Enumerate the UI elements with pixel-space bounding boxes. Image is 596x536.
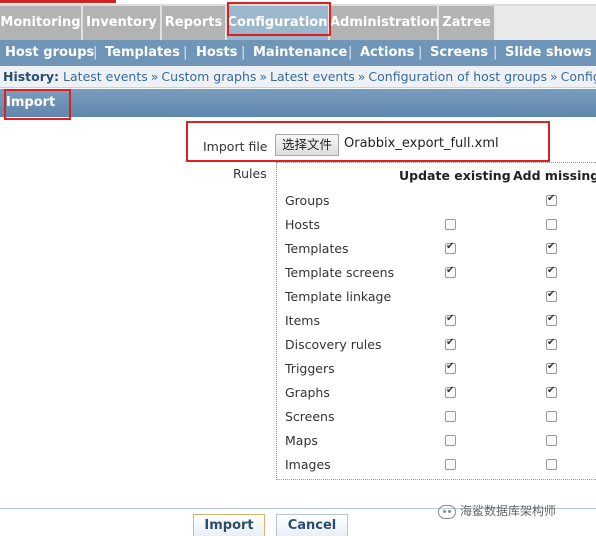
history-link[interactable]: Latest events bbox=[63, 69, 148, 84]
update-existing-checkbox[interactable] bbox=[445, 219, 456, 230]
add-missing-checkbox[interactable] bbox=[546, 337, 557, 350]
rule-name: Items bbox=[285, 313, 320, 328]
rule-name: Discovery rules bbox=[285, 337, 382, 352]
update-existing-checkbox[interactable] bbox=[445, 385, 456, 398]
rule-name: Graphs bbox=[285, 385, 330, 400]
submenu-separator: | bbox=[493, 45, 498, 60]
import-button[interactable]: Import bbox=[193, 514, 265, 536]
rule-name: Screens bbox=[285, 409, 335, 424]
add-missing-checkbox[interactable] bbox=[546, 385, 557, 398]
selected-file-name: Orabbix_export_full.xml bbox=[344, 136, 499, 151]
history-link[interactable]: Latest events bbox=[270, 69, 355, 84]
rule-row: Items bbox=[285, 311, 585, 331]
tab-inventory[interactable]: Inventory bbox=[83, 6, 161, 40]
add-missing-checkbox[interactable] bbox=[546, 313, 557, 326]
update-existing-checkbox[interactable] bbox=[445, 265, 456, 278]
rule-row: Templates bbox=[285, 239, 585, 259]
submenu-separator: | bbox=[183, 45, 188, 60]
rules-label: Rules bbox=[233, 166, 267, 181]
watermark: 海鲨数据库架构师 bbox=[438, 502, 556, 522]
submenu-slide-shows[interactable]: Slide shows bbox=[505, 40, 592, 66]
submenu-host-groups[interactable]: Host groups bbox=[5, 40, 94, 66]
tab-monitoring[interactable]: Monitoring bbox=[0, 6, 82, 40]
update-existing-checkbox[interactable] bbox=[445, 241, 456, 254]
add-missing-checkbox[interactable] bbox=[546, 265, 557, 278]
tab-bar-spacer bbox=[495, 6, 596, 40]
top-accent-line bbox=[0, 0, 116, 3]
submenu-separator: | bbox=[93, 45, 98, 60]
update-existing-checkbox[interactable] bbox=[445, 313, 456, 326]
add-missing-header: Add missing bbox=[513, 168, 596, 183]
update-existing-header: Update existing bbox=[399, 168, 511, 183]
rule-row: Hosts bbox=[285, 215, 585, 235]
history-separator: » bbox=[357, 69, 366, 84]
history-label: History: bbox=[3, 69, 60, 84]
history-link[interactable]: Custom graphs bbox=[161, 69, 256, 84]
section-title: Import bbox=[6, 95, 56, 110]
rule-name: Templates bbox=[285, 241, 349, 256]
submenu-maintenance[interactable]: Maintenance bbox=[253, 40, 347, 66]
choose-file-button[interactable]: 选择文件 bbox=[275, 134, 339, 156]
rule-name: Triggers bbox=[285, 361, 335, 376]
add-missing-checkbox[interactable] bbox=[546, 411, 557, 422]
add-missing-checkbox[interactable] bbox=[546, 459, 557, 470]
tab-reports[interactable]: Reports bbox=[162, 6, 226, 40]
main-menu: Monitoring Inventory Reports Configurati… bbox=[0, 4, 596, 40]
history-separator: » bbox=[150, 69, 159, 84]
wechat-icon bbox=[438, 504, 456, 519]
add-missing-checkbox[interactable] bbox=[546, 361, 557, 374]
update-existing-checkbox[interactable] bbox=[445, 459, 456, 470]
history-bar: History: Latest events» Custom graphs» Lat… bbox=[0, 66, 596, 88]
watermark-text: 海鲨数据库架构师 bbox=[460, 504, 557, 518]
submenu-separator: | bbox=[348, 45, 353, 60]
cancel-button[interactable]: Cancel bbox=[276, 514, 348, 536]
import-file-label: Import file bbox=[203, 139, 268, 154]
history-separator: » bbox=[259, 69, 268, 84]
rule-row: Groups bbox=[285, 191, 585, 211]
rule-name: Groups bbox=[285, 193, 330, 208]
update-existing-checkbox[interactable] bbox=[445, 411, 456, 422]
submenu-separator: | bbox=[418, 45, 423, 60]
sub-menu: Host groups | Templates | Hosts | Mainte… bbox=[0, 40, 596, 66]
rule-row: Discovery rules bbox=[285, 335, 585, 355]
submenu-screens[interactable]: Screens bbox=[430, 40, 488, 66]
rule-row: Template linkage bbox=[285, 287, 585, 307]
history-separator: » bbox=[549, 69, 558, 84]
add-missing-checkbox[interactable] bbox=[546, 219, 557, 230]
tab-administration[interactable]: Administration bbox=[330, 6, 439, 40]
rule-name: Template linkage bbox=[285, 289, 392, 304]
tab-configuration[interactable]: Configuration bbox=[227, 6, 329, 40]
rule-row: Images bbox=[285, 455, 585, 475]
update-existing-checkbox[interactable] bbox=[445, 337, 456, 350]
rule-name: Images bbox=[285, 457, 331, 472]
submenu-separator: | bbox=[241, 45, 246, 60]
add-missing-checkbox[interactable] bbox=[546, 193, 557, 206]
rule-row: Screens bbox=[285, 407, 585, 427]
rule-row: Template screens bbox=[285, 263, 585, 283]
rule-name: Hosts bbox=[285, 217, 320, 232]
add-missing-checkbox[interactable] bbox=[546, 435, 557, 446]
update-existing-checkbox[interactable] bbox=[445, 361, 456, 374]
submenu-templates[interactable]: Templates bbox=[105, 40, 180, 66]
add-missing-checkbox[interactable] bbox=[546, 289, 557, 302]
import-section-header: Import bbox=[0, 89, 596, 117]
rule-row: Maps bbox=[285, 431, 585, 451]
tab-zatree[interactable]: Zatree bbox=[439, 6, 495, 40]
submenu-hosts[interactable]: Hosts bbox=[196, 40, 238, 66]
update-existing-checkbox[interactable] bbox=[445, 435, 456, 446]
rule-name: Template screens bbox=[285, 265, 395, 280]
submenu-actions[interactable]: Actions bbox=[360, 40, 414, 66]
rule-row: Graphs bbox=[285, 383, 585, 403]
history-link[interactable]: Configuration of host groups bbox=[368, 69, 547, 84]
rule-name: Maps bbox=[285, 433, 318, 448]
add-missing-checkbox[interactable] bbox=[546, 241, 557, 254]
history-link[interactable]: Configu bbox=[561, 69, 596, 84]
rule-row: Triggers bbox=[285, 359, 585, 379]
